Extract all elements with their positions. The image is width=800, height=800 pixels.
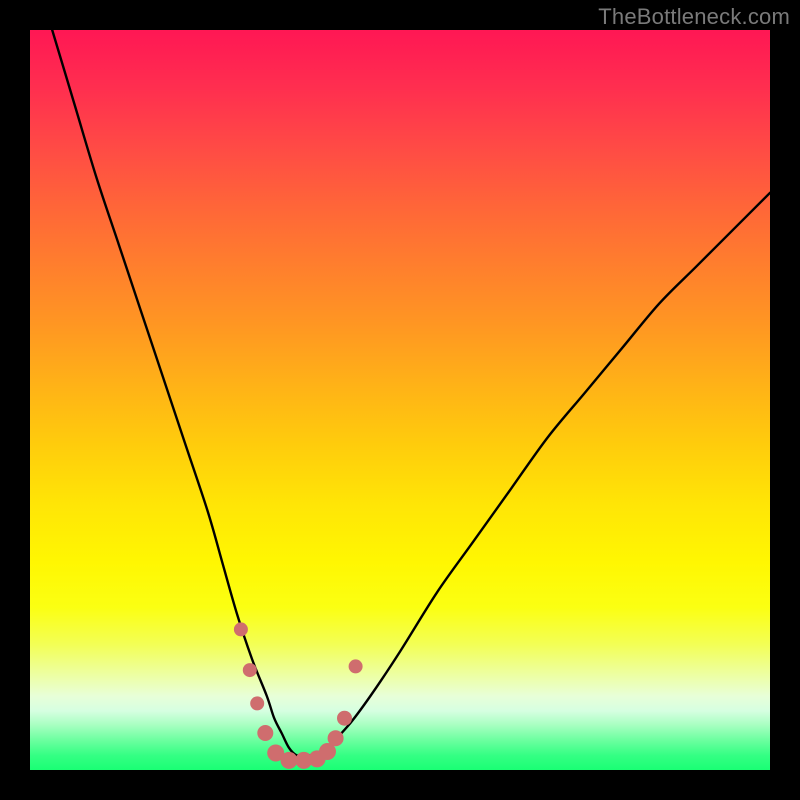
data-marker [243, 663, 257, 677]
plot-area [30, 30, 770, 770]
data-markers [234, 622, 363, 769]
data-marker [234, 622, 248, 636]
bottleneck-curve [52, 30, 770, 756]
data-marker [257, 725, 273, 741]
data-marker [328, 730, 344, 746]
data-marker [281, 752, 298, 769]
curve-svg [30, 30, 770, 770]
data-marker [349, 659, 363, 673]
data-marker [337, 711, 352, 726]
chart-frame: TheBottleneck.com [0, 0, 800, 800]
data-marker [250, 696, 264, 710]
watermark-text: TheBottleneck.com [598, 4, 790, 30]
